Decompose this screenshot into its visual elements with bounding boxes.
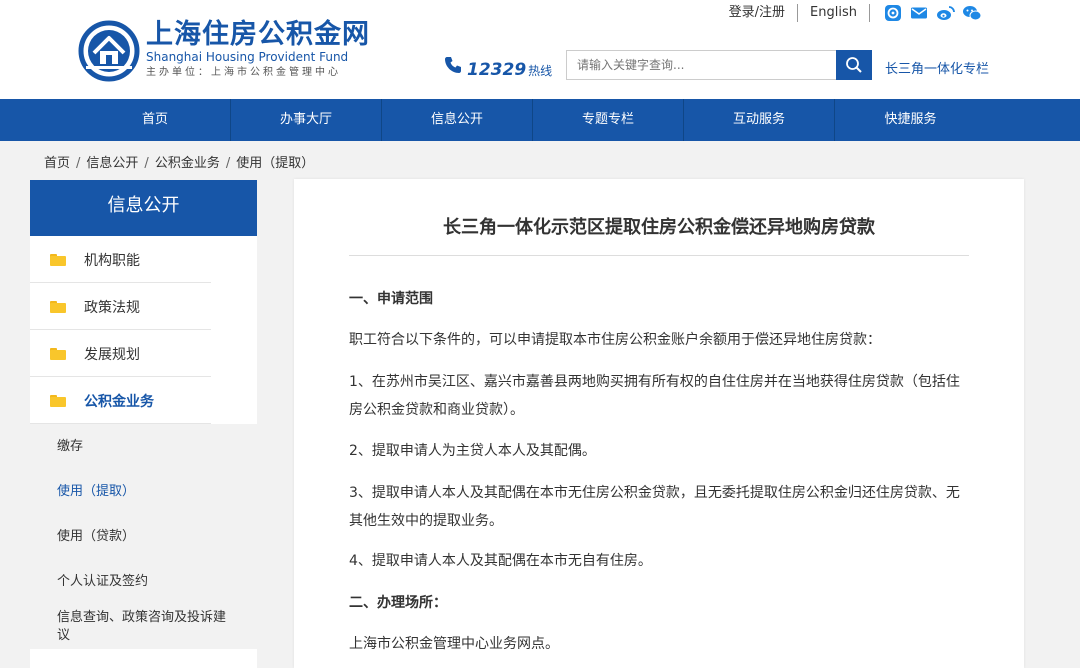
folder-icon — [50, 394, 66, 407]
section-heading: 一、申请范围 — [349, 291, 433, 307]
logo-organizer: 主办单位：上海市公积金管理中心 — [146, 67, 341, 78]
breadcrumb: 首页 / 信息公开 / 公积金业务 / 使用（提取） — [44, 152, 314, 171]
hotline-label: 热线 — [528, 64, 553, 78]
article-paragraph: 职工符合以下条件的，可以申请提取本市住房公积金账户余额用于偿还异地住房贷款： — [349, 332, 881, 348]
sidebar-item-label: 机构职能 — [84, 252, 140, 269]
nav-item-info-disclosure[interactable]: 信息公开 — [382, 99, 533, 141]
article-paragraph: 2、提取申请人为主贷人本人及其配偶。 — [349, 443, 596, 459]
search-button[interactable] — [836, 50, 872, 80]
folder-icon — [50, 300, 66, 313]
sidebar-title: 信息公开 — [30, 180, 257, 236]
article-paragraph: 4、提取申请人本人及其配偶在本市无自有住房。 — [349, 553, 652, 569]
submenu-item-authentication[interactable]: 个人认证及签约 — [30, 559, 257, 604]
breadcrumb-separator: / — [225, 156, 231, 171]
folder-icon — [50, 253, 66, 266]
sidebar-submenu: 缴存 使用（提取） 使用（贷款） 个人认证及签约 信息查询、政策咨询及投诉建议 — [30, 424, 257, 649]
mail-icon[interactable] — [910, 4, 928, 22]
sidebar-item-label: 发展规划 — [84, 346, 140, 363]
nav-item-quick-service[interactable]: 快捷服务 — [835, 99, 986, 141]
yangtze-delta-column-link[interactable]: 长三角一体化专栏 — [885, 58, 989, 77]
main-nav: 首页 办事大厅 信息公开 专题专栏 互动服务 快捷服务 — [0, 99, 1080, 141]
nav-item-special-topics[interactable]: 专题专栏 — [533, 99, 684, 141]
breadcrumb-separator: / — [144, 156, 149, 171]
site-header: 上海住房公积金网 Shanghai Housing Provident Fund… — [0, 0, 1080, 99]
social-links — [870, 4, 982, 22]
english-link[interactable]: English — [798, 4, 869, 22]
search-icon — [846, 57, 862, 73]
article-title: 长三角一体化示范区提取住房公积金偿还异地购房贷款 — [443, 217, 875, 238]
sidebar-item-functions[interactable]: 机构职能 — [30, 236, 257, 283]
submenu-item-deposit[interactable]: 缴存 — [30, 424, 257, 469]
submenu-item-loan[interactable]: 使用（贷款） — [30, 514, 257, 559]
logo-title: 上海住房公积金网 — [146, 19, 370, 50]
search-box — [566, 50, 872, 80]
phone-icon — [445, 57, 461, 73]
hotline: 12329 热线 — [443, 55, 552, 80]
breadcrumb-info-disclosure[interactable]: 信息公开 — [86, 156, 138, 171]
login-register-link[interactable]: 登录/注册 — [717, 4, 797, 22]
section-heading: 二、办理场所： — [349, 595, 447, 611]
weibo-icon[interactable] — [936, 4, 955, 22]
sidebar-item-policies[interactable]: 政策法规 — [30, 283, 257, 330]
search-input[interactable] — [566, 50, 836, 80]
breadcrumb-fund-business[interactable]: 公积金业务 — [155, 156, 220, 171]
sidebar-menu: 机构职能 政策法规 发展规划 公积金业务 — [30, 236, 257, 424]
breadcrumb-home[interactable]: 首页 — [44, 156, 70, 171]
submenu-item-inquiry[interactable]: 信息查询、政策咨询及投诉建议 — [30, 604, 257, 649]
sidebar-item-label: 政策法规 — [84, 299, 140, 316]
house-logo-icon — [78, 20, 140, 82]
hotline-number: 12329 — [467, 60, 527, 80]
sidebar-item-fund-business[interactable]: 公积金业务 — [30, 377, 257, 424]
article-paragraph: 上海市公积金管理中心业务网点。 — [349, 636, 559, 652]
article-paragraph: 3、提取申请人本人及其配偶在本市无住房公积金贷款，且无委托提取住房公积金归还住房… — [349, 485, 960, 529]
article-panel: 长三角一体化示范区提取住房公积金偿还异地购房贷款 一、申请范围 职工符合以下条件… — [294, 179, 1024, 668]
submenu-item-withdrawal[interactable]: 使用（提取） — [30, 469, 257, 514]
article-paragraph: 1、在苏州市吴江区、嘉兴市嘉善县两地购买拥有所有权的自住住房并在当地获得住房贷款… — [349, 374, 960, 418]
top-links: 登录/注册 English — [717, 2, 982, 24]
sidebar-item-label: 公积金业务 — [84, 393, 154, 410]
sidebar-item-planning[interactable]: 发展规划 — [30, 330, 257, 377]
sidebar: 信息公开 机构职能 政策法规 发展规划 公积金业务 缴存 使用（提取） 使用（贷… — [30, 180, 257, 668]
breadcrumb-separator: / — [76, 156, 81, 171]
wechat-icon[interactable] — [962, 4, 982, 22]
nav-item-interactive[interactable]: 互动服务 — [684, 99, 835, 141]
nav-item-service-hall[interactable]: 办事大厅 — [231, 99, 382, 141]
breadcrumb-current: 使用（提取） — [236, 156, 315, 171]
nav-item-home[interactable]: 首页 — [80, 99, 231, 141]
title-divider — [349, 255, 969, 256]
logo-english-title: Shanghai Housing Provident Fund — [146, 50, 349, 64]
site-logo[interactable]: 上海住房公积金网 Shanghai Housing Provident Fund… — [78, 20, 378, 84]
app-icon[interactable] — [884, 4, 902, 22]
folder-icon — [50, 347, 66, 360]
